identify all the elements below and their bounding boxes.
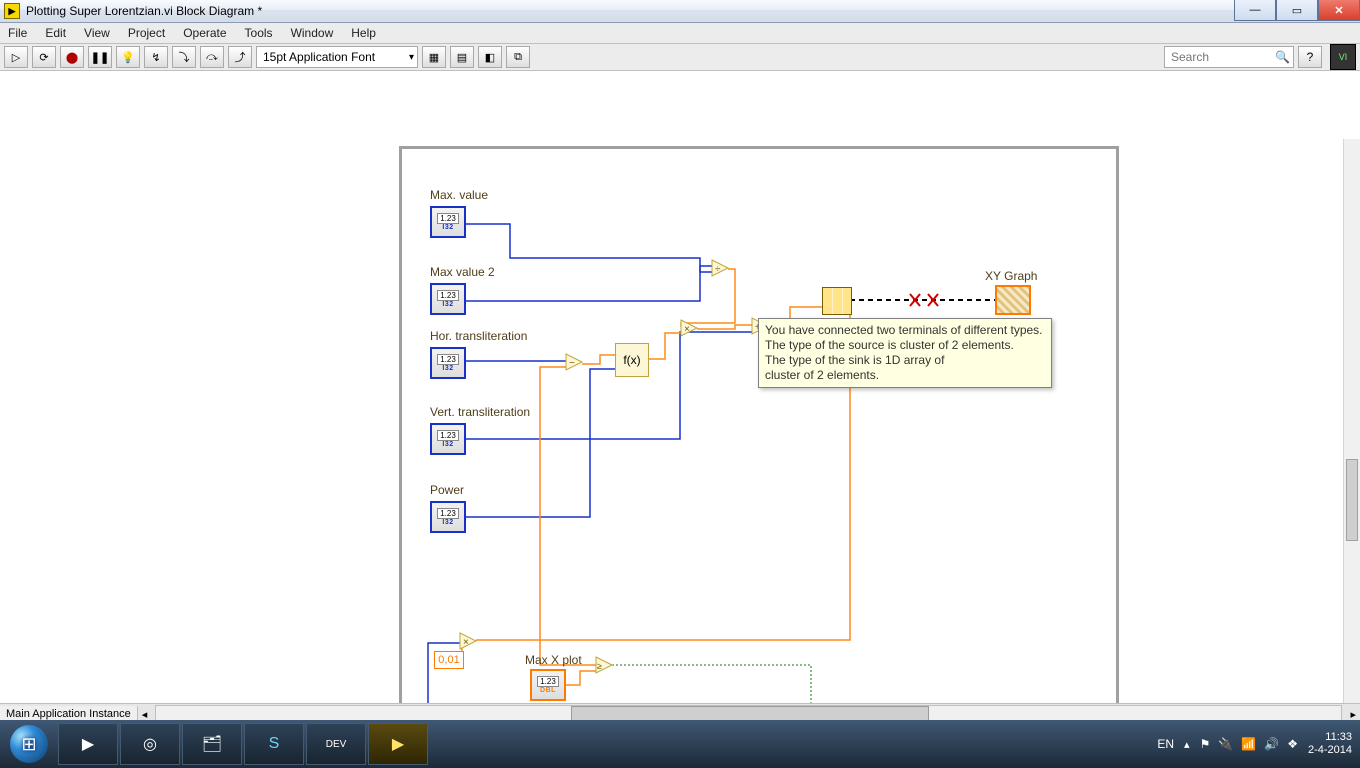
retain-wire-button[interactable]: ↯ [144, 46, 168, 68]
run-cont-button[interactable]: ⟳ [32, 46, 56, 68]
label-max-value: Max. value [430, 188, 488, 202]
window-close-button[interactable] [1318, 0, 1360, 21]
window-maximize-button[interactable] [1276, 0, 1318, 21]
window-title: Plotting Super Lorentzian.vi Block Diagr… [26, 4, 262, 18]
menu-tools[interactable]: Tools [245, 26, 273, 40]
labview-appicon: ▶ [4, 3, 20, 19]
window-minimize-button[interactable] [1234, 0, 1276, 21]
tooltip-line1: You have connected two terminals of diff… [765, 323, 1045, 338]
svg-text:−: − [569, 358, 575, 369]
tooltip-line4: cluster of 2 elements. [765, 368, 1045, 383]
menu-view[interactable]: View [84, 26, 110, 40]
menu-window[interactable]: Window [291, 26, 334, 40]
taskbar-devtool[interactable]: DEV [306, 723, 366, 765]
svg-text:÷: ÷ [715, 264, 721, 275]
expression-node[interactable]: f(x) [615, 343, 649, 377]
tray-volume-icon[interactable]: 🔊 [1264, 737, 1279, 751]
taskbar-skype[interactable]: S [244, 723, 304, 765]
tooltip-line3: The type of the sink is 1D array of [765, 353, 1045, 368]
search-box[interactable]: 🔍 [1164, 46, 1294, 68]
label-hor-trans: Hor. transliteration [430, 329, 527, 343]
windows-logo-icon: ⊞ [21, 734, 36, 755]
toolbar: ▷ ⟳ ⬤ ❚❚ 💡 ↯ ⤵ ⤼ ⤴ 15pt Application Font… [0, 44, 1360, 71]
tray-date: 2-4-2014 [1308, 744, 1352, 757]
label-max-value2: Max value 2 [430, 265, 495, 279]
tray-time: 11:33 [1308, 731, 1352, 744]
search-input[interactable] [1169, 49, 1275, 65]
font-selector-label: 15pt Application Font [263, 50, 375, 64]
taskbar-explorer[interactable]: 🗂 [182, 723, 242, 765]
ctl-vert-trans[interactable]: 1.23 I32 [430, 423, 466, 455]
instance-nav-right-icon[interactable]: ▸ [1346, 708, 1360, 721]
menu-edit[interactable]: Edit [45, 26, 66, 40]
xy-graph-indicator[interactable] [995, 285, 1031, 315]
taskbar-media-player[interactable]: ▶ [58, 723, 118, 765]
start-button[interactable]: ⊞ [2, 724, 56, 764]
tray-language[interactable]: EN [1157, 737, 1174, 751]
align-objects-button[interactable]: ▦ [422, 46, 446, 68]
ctl-max-x-plot[interactable]: 1.23 DBL [530, 669, 566, 701]
svg-text:×: × [463, 637, 469, 648]
step-out-button[interactable]: ⤴ [228, 46, 252, 68]
window-titlebar: ▶ Plotting Super Lorentzian.vi Block Dia… [0, 0, 1360, 23]
reorder-button[interactable]: ⧉ [506, 46, 530, 68]
tray-extra-icon[interactable]: ❖ [1287, 737, 1298, 751]
ctl-hor-trans[interactable]: 1.23 I32 [430, 347, 466, 379]
menu-help[interactable]: Help [351, 26, 376, 40]
vertical-scrollbar[interactable] [1343, 139, 1360, 729]
font-selector[interactable]: 15pt Application Font [256, 46, 418, 68]
tooltip-line2: The type of the source is cluster of 2 e… [765, 338, 1045, 353]
run-button[interactable]: ▷ [4, 46, 28, 68]
tray-clock[interactable]: 11:33 2-4-2014 [1308, 731, 1352, 757]
pause-button[interactable]: ❚❚ [88, 46, 112, 68]
block-diagram-canvas[interactable]: − × ÷ × + ≥ Max. value 1.23 I32 [0, 71, 1360, 729]
taskbar-chrome[interactable]: ◎ [120, 723, 180, 765]
windows-taskbar: ⊞ ▶ ◎ 🗂 S DEV ▶ EN ▴ ⚑ 🔌 📶 🔊 ❖ 11:33 2-4… [0, 720, 1360, 768]
tray-icons: ⚑ 🔌 📶 🔊 ❖ [1200, 737, 1298, 751]
wires-layer: − × ÷ × + ≥ [0, 71, 1360, 729]
resize-objects-button[interactable]: ◧ [478, 46, 502, 68]
system-tray: EN ▴ ⚑ 🔌 📶 🔊 ❖ 11:33 2-4-2014 [1157, 720, 1360, 768]
ctl-max-value2[interactable]: 1.23 I32 [430, 283, 466, 315]
numeric-constant-step[interactable]: 0,01 [434, 651, 464, 669]
ctl-max-value[interactable]: 1.23 I32 [430, 206, 466, 238]
menu-file[interactable]: File [8, 26, 27, 40]
taskbar-labview[interactable]: ▶ [368, 723, 428, 765]
label-xy-graph: XY Graph [985, 269, 1037, 283]
tray-power-icon[interactable]: 🔌 [1218, 737, 1233, 751]
svg-text:≥: ≥ [597, 661, 602, 671]
step-into-button[interactable]: ⤵ [172, 46, 196, 68]
svg-text:×: × [684, 324, 690, 335]
highlight-exec-button[interactable]: 💡 [116, 46, 140, 68]
ctl-power[interactable]: 1.23 I32 [430, 501, 466, 533]
distribute-objects-button[interactable]: ▤ [450, 46, 474, 68]
search-icon: 🔍 [1275, 50, 1289, 64]
label-power: Power [430, 483, 464, 497]
vi-icon[interactable]: VI [1330, 44, 1356, 70]
menu-operate[interactable]: Operate [183, 26, 226, 40]
bundle-node[interactable] [822, 287, 852, 315]
tray-network-icon[interactable]: 📶 [1241, 737, 1256, 751]
instance-nav-left-icon[interactable]: ◂ [138, 708, 152, 721]
context-help-button[interactable]: ? [1298, 46, 1322, 68]
step-over-button[interactable]: ⤼ [200, 46, 224, 68]
tray-chevron-up-icon[interactable]: ▴ [1184, 738, 1190, 751]
menu-project[interactable]: Project [128, 26, 165, 40]
error-tooltip: You have connected two terminals of diff… [758, 318, 1052, 388]
tray-flag-icon[interactable]: ⚑ [1200, 737, 1211, 751]
abort-button[interactable]: ⬤ [60, 46, 84, 68]
label-vert-trans: Vert. transliteration [430, 405, 530, 419]
label-max-x-plot: Max X plot [525, 653, 582, 667]
vertical-scrollbar-thumb[interactable] [1346, 459, 1358, 541]
menu-bar: File Edit View Project Operate Tools Win… [0, 23, 1360, 44]
